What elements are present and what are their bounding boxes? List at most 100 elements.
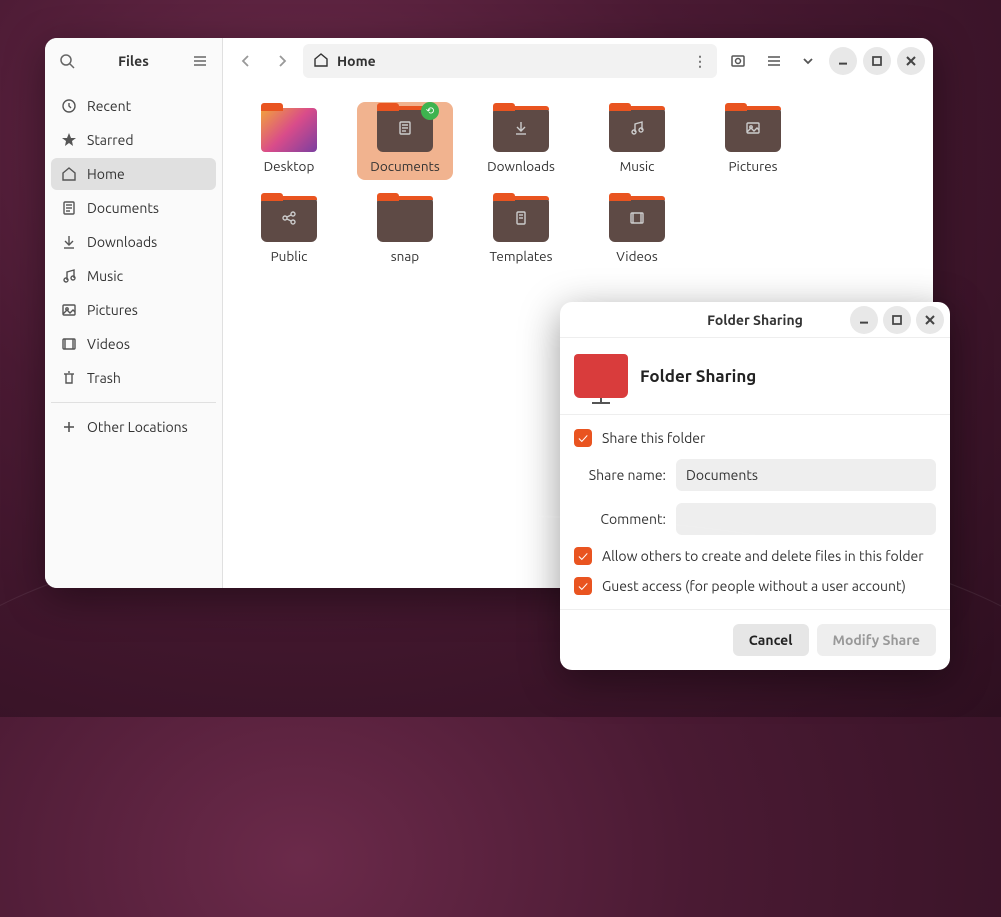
share-name-input[interactable] bbox=[676, 459, 936, 491]
dialog-form: ✓ Share this folder Share name: Comment:… bbox=[560, 415, 950, 610]
forward-button[interactable] bbox=[267, 46, 297, 76]
sidebar-item-pictures[interactable]: Pictures bbox=[51, 294, 216, 326]
folder-pictures[interactable]: Pictures bbox=[705, 102, 801, 180]
music-icon bbox=[61, 268, 77, 284]
path-label: Home bbox=[337, 53, 376, 69]
folder-label: Documents bbox=[370, 158, 439, 174]
checkbox-share-this[interactable]: ✓ bbox=[574, 429, 592, 447]
allow-others-label: Allow others to create and delete files … bbox=[602, 548, 924, 564]
folder-icon bbox=[493, 198, 549, 242]
folder-desktop[interactable]: Desktop bbox=[241, 102, 337, 180]
folder-label: Pictures bbox=[728, 158, 777, 174]
maximize-button[interactable] bbox=[863, 47, 891, 75]
folder-icon bbox=[609, 198, 665, 242]
shared-badge-icon: ⟲ bbox=[421, 102, 439, 120]
sidebar-items: Recent Starred Home Documents Downloads Music… bbox=[45, 84, 222, 449]
folder-label: Music bbox=[620, 158, 655, 174]
sidebar-item-downloads[interactable]: Downloads bbox=[51, 226, 216, 258]
dialog-minimize-button[interactable] bbox=[850, 306, 878, 334]
sidebar-item-videos[interactable]: Videos bbox=[51, 328, 216, 360]
folder-snap[interactable]: snap bbox=[357, 192, 453, 270]
folder-downloads[interactable]: Downloads bbox=[473, 102, 569, 180]
sidebar-item-label: Home bbox=[87, 166, 125, 182]
search-toolbar-icon[interactable] bbox=[723, 46, 753, 76]
share-name-label: Share name: bbox=[574, 467, 666, 483]
folder-label: Desktop bbox=[264, 158, 315, 174]
network-folder-icon bbox=[574, 354, 628, 398]
dialog-footer: Cancel Modify Share bbox=[560, 610, 950, 670]
cancel-button[interactable]: Cancel bbox=[733, 624, 809, 656]
folder-label: Public bbox=[271, 248, 308, 264]
folder-templates[interactable]: Templates bbox=[473, 192, 569, 270]
share-this-label: Share this folder bbox=[602, 430, 705, 446]
folder-label: Templates bbox=[490, 248, 553, 264]
folder-icon bbox=[377, 198, 433, 242]
comment-input[interactable] bbox=[676, 503, 936, 535]
star-icon bbox=[61, 132, 77, 148]
share-this-row[interactable]: ✓ Share this folder bbox=[574, 429, 936, 447]
folder-music[interactable]: Music bbox=[589, 102, 685, 180]
folder-grid: Desktop ⟲ Documents Downloads Music Pictures P… bbox=[223, 84, 933, 288]
folder-public[interactable]: Public bbox=[241, 192, 337, 270]
minimize-button[interactable] bbox=[829, 47, 857, 75]
comment-label: Comment: bbox=[574, 511, 666, 527]
folder-documents[interactable]: ⟲ Documents bbox=[357, 102, 453, 180]
sidebar-item-label: Downloads bbox=[87, 234, 157, 250]
sidebar-item-label: Recent bbox=[87, 98, 131, 114]
sidebar-item-recent[interactable]: Recent bbox=[51, 90, 216, 122]
dialog-header: Folder Sharing bbox=[560, 302, 950, 338]
sidebar-item-label: Documents bbox=[87, 200, 159, 216]
allow-others-row[interactable]: ✓ Allow others to create and delete file… bbox=[574, 547, 936, 565]
doc-icon bbox=[61, 200, 77, 216]
video-icon bbox=[61, 336, 77, 352]
folder-label: Videos bbox=[616, 248, 657, 264]
sidebar-item-label: Starred bbox=[87, 132, 134, 148]
home-icon bbox=[61, 166, 77, 182]
checkbox-guest-access[interactable]: ✓ bbox=[574, 577, 592, 595]
dialog-close-button[interactable] bbox=[916, 306, 944, 334]
modify-share-button[interactable]: Modify Share bbox=[817, 624, 937, 656]
sidebar-item-trash[interactable]: Trash bbox=[51, 362, 216, 394]
folder-icon bbox=[725, 108, 781, 152]
app-title: Files bbox=[87, 53, 180, 69]
download-icon bbox=[61, 234, 77, 250]
sidebar-item-documents[interactable]: Documents bbox=[51, 192, 216, 224]
sidebar-item-label: Other Locations bbox=[87, 419, 188, 435]
search-icon[interactable] bbox=[53, 47, 81, 75]
sidebar-header: Files bbox=[45, 38, 222, 84]
plus-icon bbox=[61, 419, 77, 435]
folder-icon bbox=[493, 108, 549, 152]
home-icon bbox=[313, 52, 329, 71]
guest-access-label: Guest access (for people without a user … bbox=[602, 578, 906, 594]
dialog-maximize-button[interactable] bbox=[883, 306, 911, 334]
dialog-title: Folder Sharing bbox=[707, 312, 803, 328]
toolbar: Home ⋮ bbox=[223, 38, 933, 84]
clock-icon bbox=[61, 98, 77, 114]
picture-icon bbox=[61, 302, 77, 318]
folder-icon bbox=[261, 198, 317, 242]
back-button[interactable] bbox=[231, 46, 261, 76]
sidebar-item-music[interactable]: Music bbox=[51, 260, 216, 292]
dialog-heading: Folder Sharing bbox=[640, 367, 756, 386]
sidebar-item-home[interactable]: Home bbox=[51, 158, 216, 190]
path-bar[interactable]: Home ⋮ bbox=[303, 44, 717, 78]
view-options-icon[interactable] bbox=[793, 46, 823, 76]
sidebar-item-label: Videos bbox=[87, 336, 130, 352]
sidebar-item-other-locations[interactable]: Other Locations bbox=[51, 411, 216, 443]
folder-icon: ⟲ bbox=[377, 108, 433, 152]
folder-sharing-dialog: Folder Sharing Folder Sharing ✓ Share th… bbox=[560, 302, 950, 670]
list-view-icon[interactable] bbox=[759, 46, 789, 76]
hamburger-icon[interactable] bbox=[186, 47, 214, 75]
folder-icon bbox=[609, 108, 665, 152]
path-more-icon[interactable]: ⋮ bbox=[693, 53, 707, 70]
folder-videos[interactable]: Videos bbox=[589, 192, 685, 270]
dialog-heading-row: Folder Sharing bbox=[560, 338, 950, 415]
sidebar-item-label: Music bbox=[87, 268, 123, 284]
folder-label: snap bbox=[391, 248, 419, 264]
guest-access-row[interactable]: ✓ Guest access (for people without a use… bbox=[574, 577, 936, 595]
sidebar-item-label: Pictures bbox=[87, 302, 138, 318]
close-button[interactable] bbox=[897, 47, 925, 75]
sidebar-item-starred[interactable]: Starred bbox=[51, 124, 216, 156]
desktop-folder-icon bbox=[261, 108, 317, 152]
checkbox-allow-others[interactable]: ✓ bbox=[574, 547, 592, 565]
